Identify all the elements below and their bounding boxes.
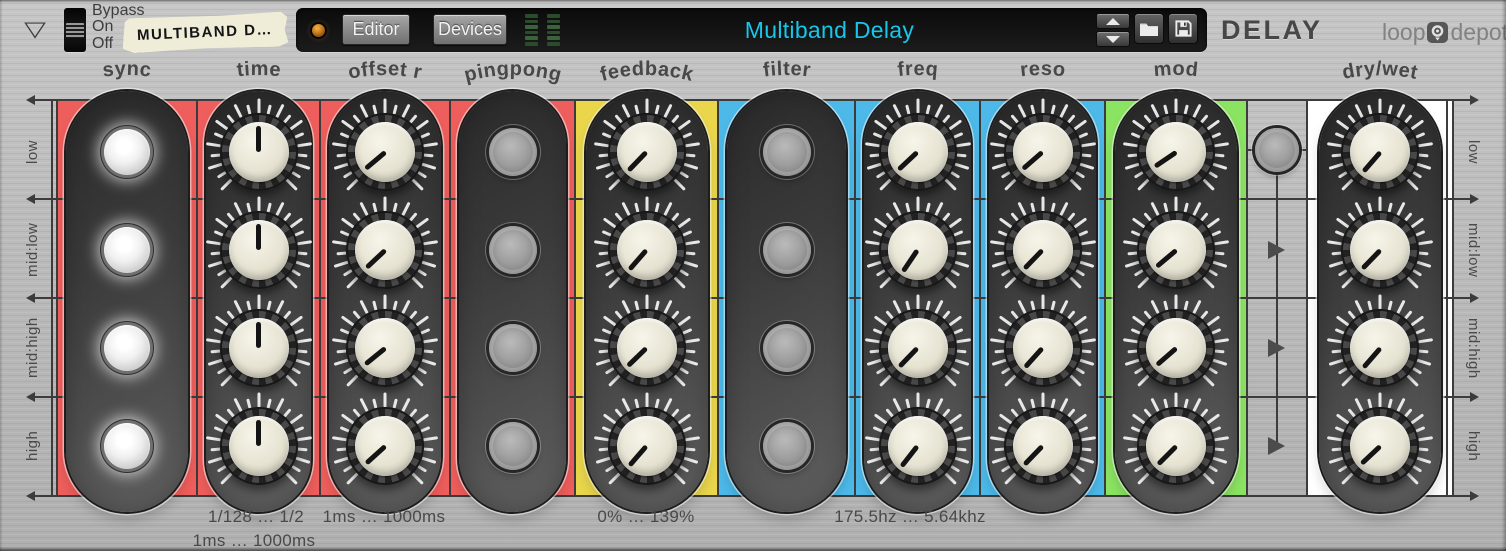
column-headers-layer: sync time offset r pingpong feedback fil… <box>0 0 1506 551</box>
meter-segment <box>525 41 538 46</box>
svg-text:freq: freq <box>896 58 939 81</box>
save-icon <box>1174 20 1192 37</box>
save-preset-button[interactable] <box>1168 13 1198 44</box>
switch-grip[interactable] <box>66 23 84 38</box>
meter-column <box>525 14 538 46</box>
editor-button[interactable]: Editor <box>342 14 410 45</box>
brand-logo-right: depot <box>1450 19 1506 45</box>
svg-text:feedback: feedback <box>597 58 695 86</box>
svg-text:mod: mod <box>1153 58 1200 81</box>
preset-up-button[interactable] <box>1096 13 1130 29</box>
meter-segment <box>547 30 560 35</box>
svg-text:reso: reso <box>1019 58 1067 81</box>
meter-segment <box>547 41 560 46</box>
svg-text:dry/wet: dry/wet <box>1340 58 1419 84</box>
meter-segment <box>525 14 538 18</box>
svg-text:sync: sync <box>101 58 152 82</box>
column-header-dry-wet: dry/wet <box>1285 50 1475 98</box>
arrow-down-icon <box>1106 35 1120 43</box>
meter-segment <box>525 36 538 40</box>
title-bar: Editor Devices Multiband Delay <box>296 8 1207 52</box>
brand-logo-icon <box>1427 22 1449 43</box>
arrow-up-icon <box>1106 17 1120 25</box>
svg-text:filter: filter <box>761 58 811 82</box>
load-preset-button[interactable] <box>1134 13 1164 44</box>
preset-down-button[interactable] <box>1096 31 1130 47</box>
power-led-icon <box>312 24 325 37</box>
svg-text:pingpong: pingpong <box>461 58 563 87</box>
meter-segment <box>525 25 538 29</box>
multiband-delay-plugin-window: .f{fill:#3c3c3c;stroke:none} lowlowmid:l… <box>0 0 1506 551</box>
plugin-title: Multiband Delay <box>744 17 915 43</box>
meter-segment <box>547 14 560 18</box>
devices-button[interactable]: Devices <box>433 14 507 45</box>
meter-segment <box>525 30 538 35</box>
meter-segment <box>547 36 560 40</box>
meter-segment <box>525 19 538 24</box>
svg-text:offset r: offset r <box>346 58 423 84</box>
folder-icon <box>1140 23 1158 36</box>
switch-label-bypass: Bypass <box>92 2 145 19</box>
meter-column <box>547 14 560 46</box>
column-header-mod: mod <box>1081 50 1271 98</box>
bypass-switch[interactable] <box>64 8 86 52</box>
brand-logo: loop depot <box>1382 19 1506 46</box>
product-name: DELAY <box>1221 15 1323 45</box>
meter-segment <box>547 25 560 29</box>
level-meter <box>525 14 560 46</box>
meter-segment <box>547 19 560 24</box>
svg-text:time: time <box>235 58 282 81</box>
brand-logo-left: loop <box>1382 19 1426 45</box>
disclosure-triangle-icon[interactable]: ▽ <box>24 17 46 42</box>
